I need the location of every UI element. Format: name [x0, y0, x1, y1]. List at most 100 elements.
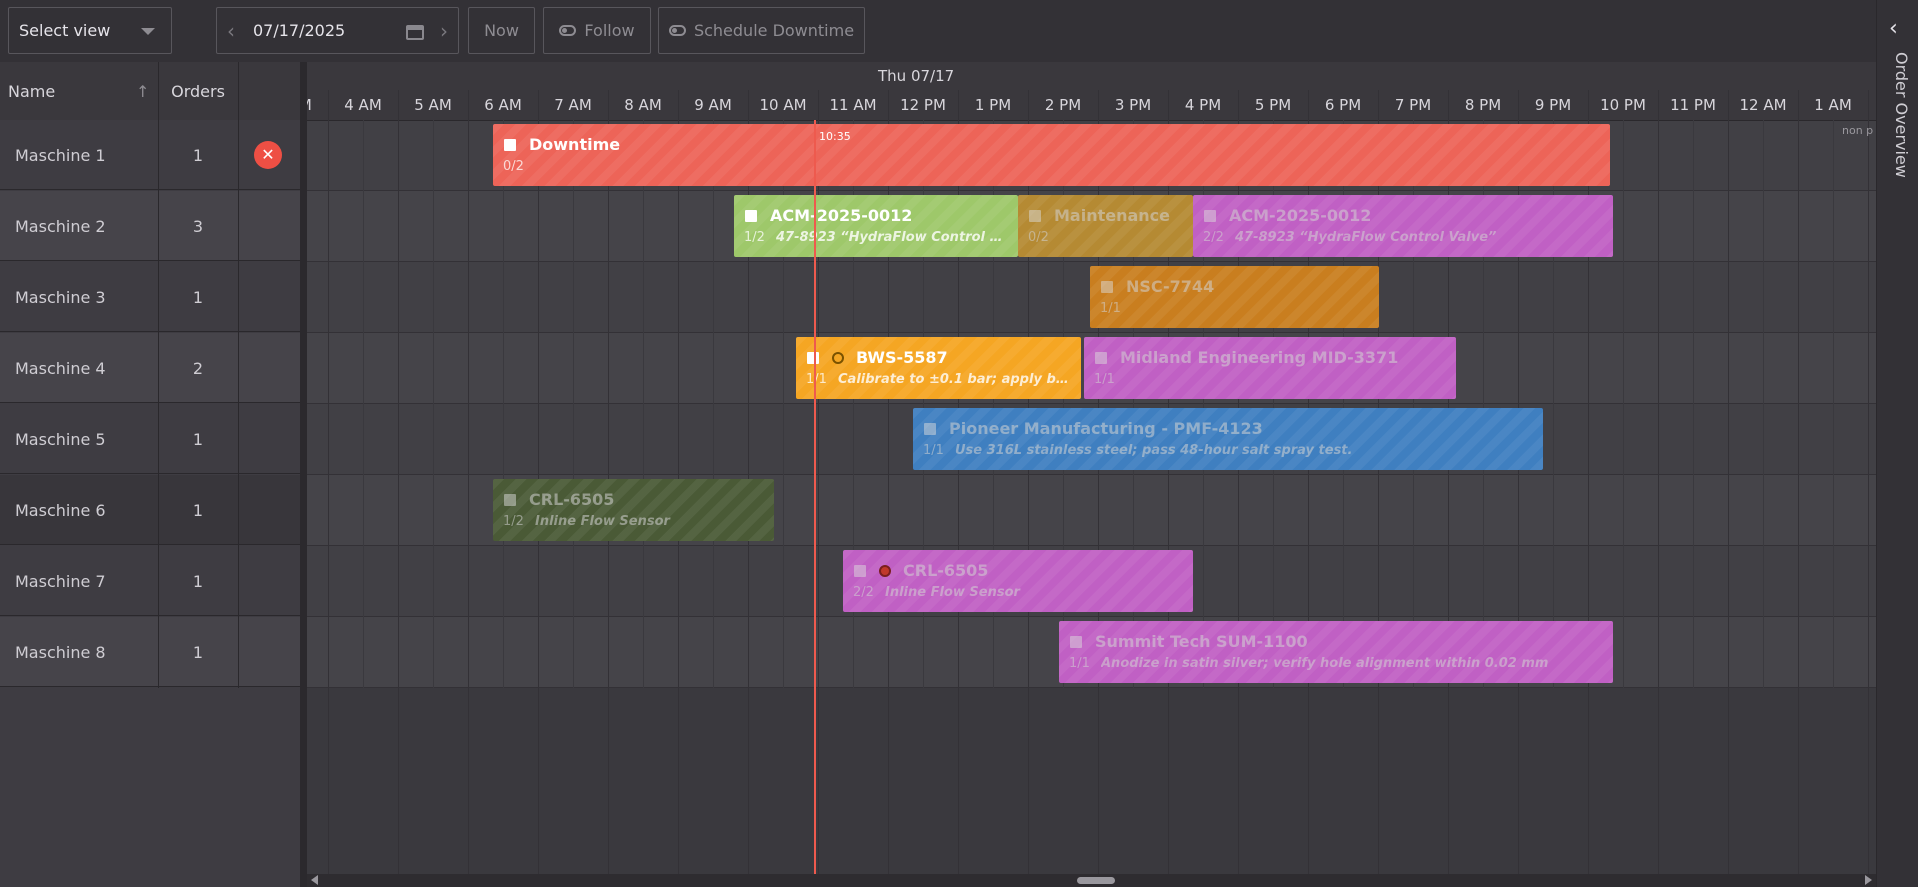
- machine-row[interactable]: Maschine 4 2: [0, 333, 300, 403]
- calendar-icon[interactable]: [406, 22, 424, 40]
- hour-label: 9 PM: [1534, 96, 1572, 114]
- hour-label: 6 AM: [484, 96, 522, 114]
- order-bar[interactable]: CRL-6505 2/2 Inline Flow Sensor: [843, 550, 1193, 612]
- machine-row[interactable]: Maschine 5 1: [0, 404, 300, 474]
- order-bar[interactable]: Pioneer Manufacturing - PMF-4123 1/1 Use 3…: [913, 408, 1543, 470]
- date-input[interactable]: 07/17/2025: [245, 21, 406, 40]
- order-bar[interactable]: ACM-2025-0012 1/2 47-8923 “HydraFlow Contr…: [734, 195, 1018, 257]
- hour-gridline: [1868, 90, 1869, 887]
- order-bar[interactable]: Summit Tech SUM-1100 1/1 Anodize in satin …: [1059, 621, 1613, 683]
- order-title: Pioneer Manufacturing - PMF-4123: [949, 419, 1263, 438]
- order-progress: 1/1: [923, 443, 944, 458]
- hour-label: 3 PM: [1114, 96, 1152, 114]
- column-divider: [238, 62, 239, 688]
- machine-name: Maschine 3: [15, 287, 106, 307]
- name-column-label: Name: [8, 81, 56, 101]
- prev-day-icon[interactable]: ‹: [217, 19, 245, 43]
- error-close-icon[interactable]: ✕: [254, 141, 282, 169]
- hour-label: 1 AM: [1814, 96, 1852, 114]
- order-bar[interactable]: ACM-2025-0012 2/2 47-8923 “HydraFlow Contr…: [1193, 195, 1613, 257]
- scroll-right-icon[interactable]: [1865, 875, 1872, 885]
- select-checkbox-icon[interactable]: [924, 423, 936, 435]
- next-day-icon[interactable]: ›: [430, 19, 458, 43]
- now-button[interactable]: Now: [468, 7, 535, 54]
- select-checkbox-icon[interactable]: [1101, 281, 1113, 293]
- machine-row[interactable]: Maschine 6 1: [0, 475, 300, 545]
- select-checkbox-icon[interactable]: [807, 352, 819, 364]
- order-title: CRL-6505: [903, 561, 989, 580]
- chevron-down-icon: [141, 28, 155, 35]
- order-title: Midland Engineering MID-3371: [1120, 348, 1399, 367]
- empty-timeline-area: [307, 688, 1876, 887]
- pane-splitter[interactable]: [300, 62, 307, 887]
- hour-label: 9 AM: [694, 96, 732, 114]
- follow-button-label: Follow: [584, 21, 635, 40]
- order-count: 1: [192, 429, 204, 449]
- order-overview-title[interactable]: Order Overview: [1892, 52, 1911, 178]
- order-bar[interactable]: CRL-6505 1/2 Inline Flow Sensor: [493, 479, 774, 541]
- hour-label: 8 PM: [1464, 96, 1502, 114]
- machine-grid: Name ↑ Orders Maschine 1 1 ✕ Maschine 2 3 Mas…: [0, 62, 300, 887]
- machine-row[interactable]: Maschine 2 3: [0, 191, 300, 261]
- sort-arrow-up-icon[interactable]: ↑: [136, 82, 149, 101]
- machine-row[interactable]: Maschine 8 1: [0, 617, 300, 687]
- half-hour-gridline: [1763, 120, 1764, 887]
- order-title: NSC-7744: [1126, 277, 1215, 296]
- scrollbar-thumb[interactable]: [1077, 877, 1115, 884]
- scroll-left-icon[interactable]: [311, 875, 318, 885]
- order-title: CRL-6505: [529, 490, 615, 509]
- gantt-timeline: Thu 07/17 3 AM 4 AM 5 AM 6 AM 7 AM 8 AM 9 AM 10…: [307, 62, 1876, 887]
- select-checkbox-icon[interactable]: [745, 210, 757, 222]
- order-progress: 0/2: [503, 159, 524, 174]
- order-title: BWS-5587: [856, 348, 948, 367]
- select-checkbox-icon[interactable]: [1095, 352, 1107, 364]
- machine-row[interactable]: Maschine 1 1 ✕: [0, 120, 300, 190]
- follow-button[interactable]: Follow: [543, 7, 651, 54]
- order-bar[interactable]: Midland Engineering MID-3371 1/1: [1084, 337, 1456, 399]
- hour-gridline: [1798, 90, 1799, 887]
- hour-label: 1 PM: [974, 96, 1012, 114]
- order-bar[interactable]: Downtime 0/2: [493, 124, 1610, 186]
- hour-gridline: [328, 90, 329, 887]
- order-progress: 1/2: [744, 230, 765, 245]
- schedule-downtime-button[interactable]: Schedule Downtime: [658, 7, 865, 54]
- machine-row[interactable]: Maschine 3 1: [0, 262, 300, 332]
- day-label: Thu 07/17: [878, 67, 955, 85]
- view-select-label: Select view: [19, 21, 111, 40]
- select-checkbox-icon[interactable]: [1029, 210, 1041, 222]
- status-dot-icon: [879, 565, 891, 577]
- orders-column-header[interactable]: Orders: [158, 62, 238, 120]
- order-description: 47-8923 “HydraFlow Control Valve”: [1235, 230, 1497, 245]
- current-time-label: 10:35: [819, 130, 851, 143]
- toggle-icon: [668, 25, 686, 36]
- half-hour-gridline: [1833, 120, 1834, 887]
- order-count: 1: [192, 571, 204, 591]
- hour-label: 10 AM: [759, 96, 807, 114]
- order-bar[interactable]: Maintenance 0/2: [1018, 195, 1193, 257]
- day-header: Thu 07/17: [307, 62, 1876, 91]
- hour-gridline: [398, 90, 399, 887]
- machine-name: Maschine 5: [15, 429, 106, 449]
- chevron-left-icon[interactable]: ‹: [1889, 16, 1898, 41]
- toolbar: Select view ‹ 07/17/2025 › Now Follow Sc…: [0, 0, 1876, 62]
- machine-name: Maschine 6: [15, 500, 106, 520]
- status-dot-icon: [832, 352, 844, 364]
- select-checkbox-icon[interactable]: [1070, 636, 1082, 648]
- order-bar[interactable]: BWS-5587 1/1 Calibrate to ±0.1 bar; apply …: [796, 337, 1081, 399]
- machine-row[interactable]: Maschine 7 1: [0, 546, 300, 616]
- overflow-label: non p: [1842, 124, 1874, 137]
- select-checkbox-icon[interactable]: [1204, 210, 1216, 222]
- name-column-header[interactable]: Name ↑: [8, 62, 158, 120]
- current-time-line: [814, 120, 816, 887]
- order-bar[interactable]: NSC-7744 1/1: [1090, 266, 1379, 328]
- select-checkbox-icon[interactable]: [504, 139, 516, 151]
- order-description: Inline Flow Sensor: [535, 514, 670, 529]
- select-checkbox-icon[interactable]: [504, 494, 516, 506]
- order-overview-panel[interactable]: ‹ Order Overview: [1876, 0, 1918, 887]
- order-progress: 1/1: [1069, 656, 1090, 671]
- view-select[interactable]: Select view: [8, 7, 172, 54]
- select-checkbox-icon[interactable]: [854, 565, 866, 577]
- hour-label: 4 PM: [1184, 96, 1222, 114]
- now-button-label: Now: [484, 21, 519, 40]
- horizontal-scrollbar[interactable]: [307, 874, 1876, 887]
